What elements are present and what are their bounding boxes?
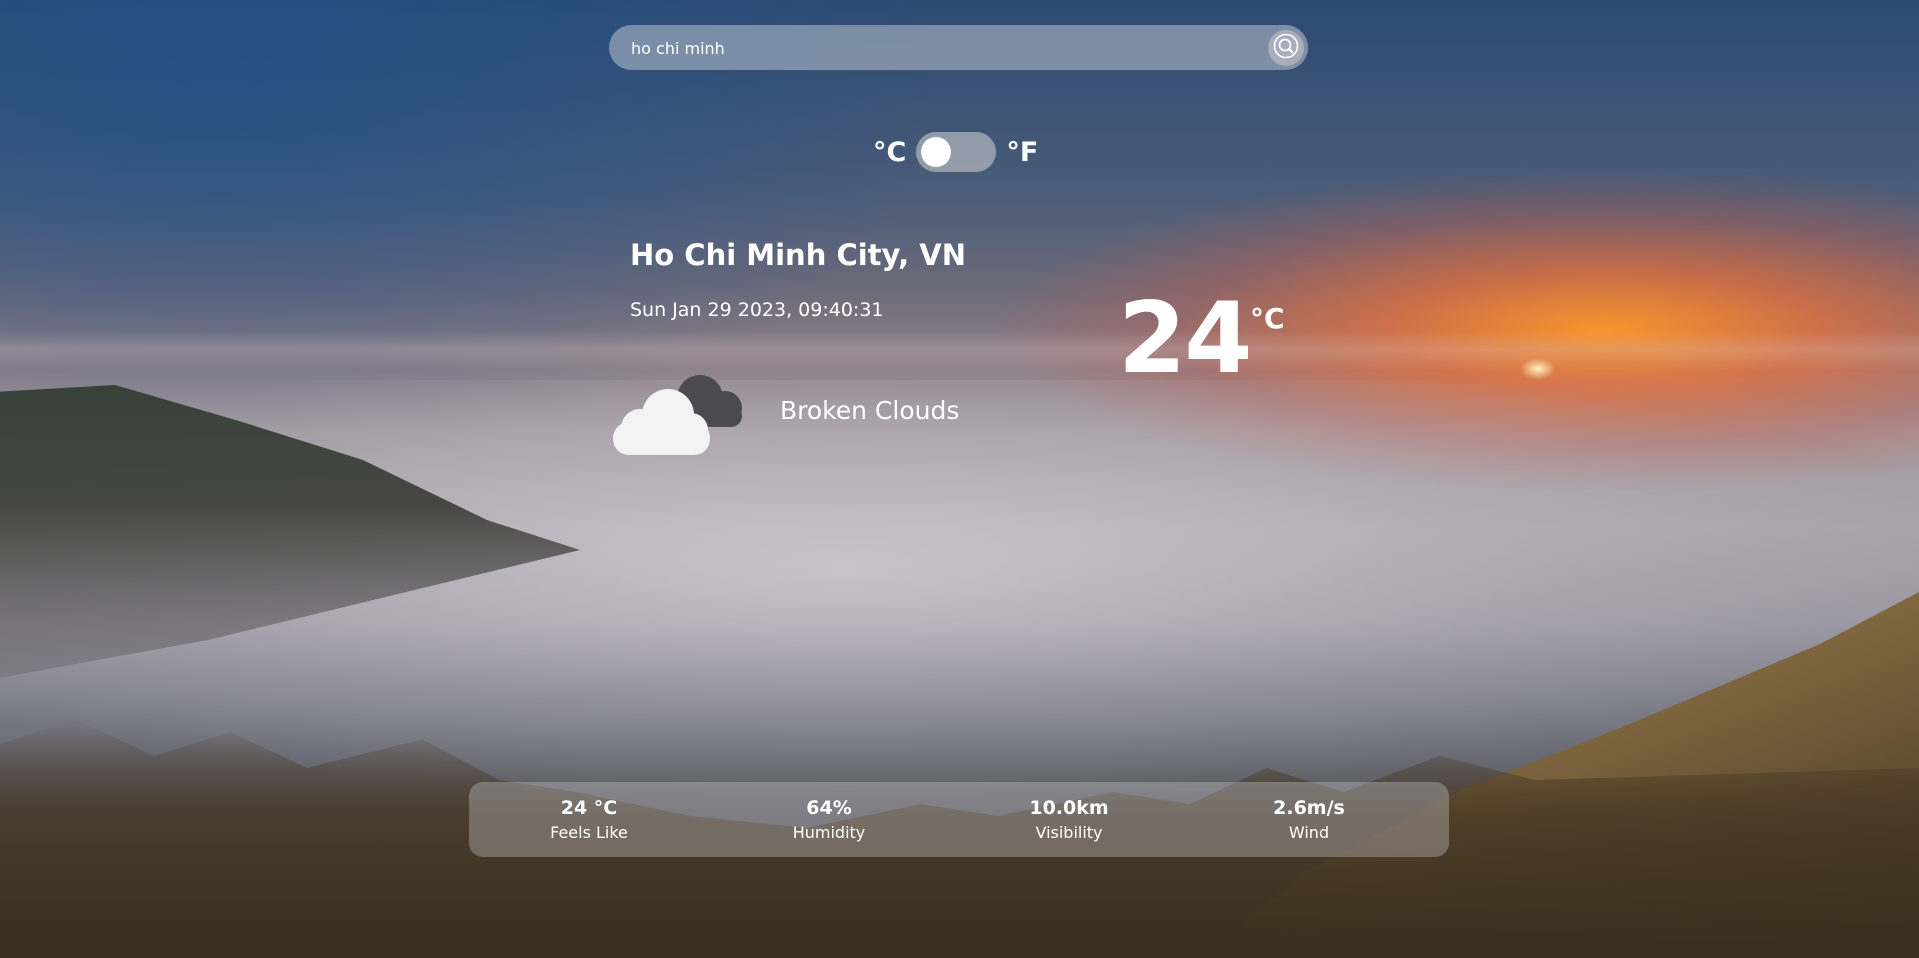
unit-switch[interactable] [916, 132, 997, 172]
weather-app: °C °F Ho Chi Minh City, VN Sun Jan 29 20… [0, 0, 1919, 958]
background-horizon [0, 330, 1919, 370]
search-button[interactable] [1268, 30, 1304, 66]
broken-clouds-icon [605, 360, 755, 465]
unit-toggle: °C °F [873, 132, 1038, 172]
unit-switch-knob [921, 137, 952, 167]
current-temperature: 24 [1118, 282, 1252, 396]
background-sun [1520, 358, 1556, 380]
stat-value: 64% [806, 797, 852, 819]
city-name: Ho Chi Minh City, VN [630, 238, 967, 272]
background-fog [0, 380, 1919, 800]
date-time: Sun Jan 29 2023, 09:40:31 [630, 299, 884, 321]
search-icon [1273, 33, 1299, 63]
stat-label: Wind [1288, 823, 1330, 842]
stat-label: Humidity [792, 823, 866, 842]
stat-feels-like: 24 °C Feels Like [469, 797, 709, 842]
background-hill-right [1180, 560, 1919, 958]
stat-value: 24 °C [560, 797, 618, 819]
search-input[interactable] [629, 25, 1233, 72]
stat-value: 2.6m/s [1273, 797, 1345, 819]
stat-visibility: 10.0km Visibility [949, 797, 1189, 842]
temperature-unit: °C [1250, 302, 1285, 335]
fahrenheit-label[interactable]: °F [1006, 137, 1038, 168]
celsius-label[interactable]: °C [873, 137, 906, 168]
stat-value: 10.0km [1029, 797, 1109, 819]
stats-panel: 24 °C Feels Like 64% Humidity 10.0km Vis… [469, 782, 1449, 857]
weather-description: Broken Clouds [780, 396, 960, 425]
background-hill-left [0, 385, 580, 685]
stat-wind: 2.6m/s Wind [1189, 797, 1429, 842]
stat-label: Visibility [1035, 823, 1103, 842]
stat-label: Feels Like [550, 823, 628, 842]
search-bar [609, 25, 1308, 72]
stat-humidity: 64% Humidity [709, 797, 949, 842]
